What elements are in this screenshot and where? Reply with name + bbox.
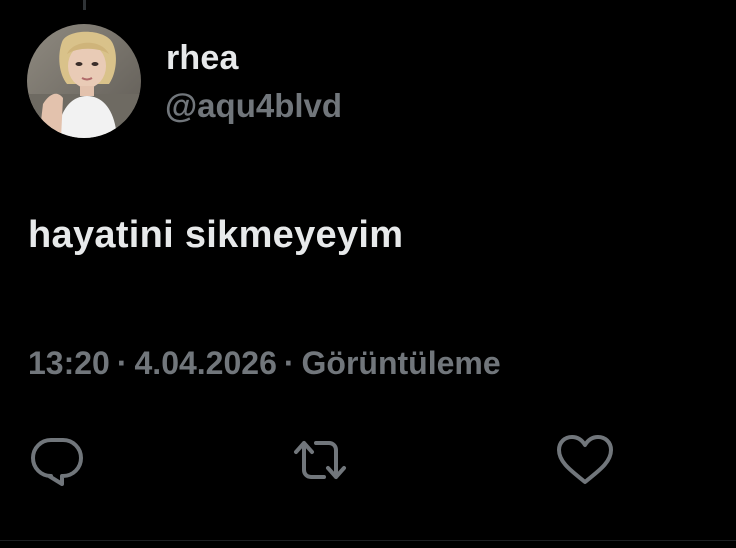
tweet-text: hayatini sikmeyeyim	[28, 214, 404, 256]
reply-button[interactable]	[27, 432, 87, 488]
tweet-date[interactable]: 4.04.2026	[135, 345, 277, 381]
views-label: Görüntüleme	[301, 345, 501, 381]
reply-icon	[31, 438, 83, 486]
avatar-photo	[27, 24, 141, 138]
tweet-meta: 13:20 · 4.04.2026 · Görüntüleme	[28, 343, 501, 383]
avatar[interactable]	[27, 24, 141, 138]
heart-icon	[557, 435, 613, 484]
divider	[0, 540, 736, 541]
author-display-name[interactable]: rhea	[166, 38, 239, 78]
author-handle[interactable]: @aqu4blvd	[165, 86, 342, 126]
like-button[interactable]	[555, 432, 615, 488]
thread-connector-line	[83, 0, 86, 10]
retweet-icon	[294, 441, 346, 479]
retweet-button[interactable]	[290, 432, 350, 488]
meta-separator: ·	[283, 345, 295, 381]
meta-separator: ·	[116, 345, 128, 381]
tweet-time[interactable]: 13:20	[28, 345, 110, 381]
